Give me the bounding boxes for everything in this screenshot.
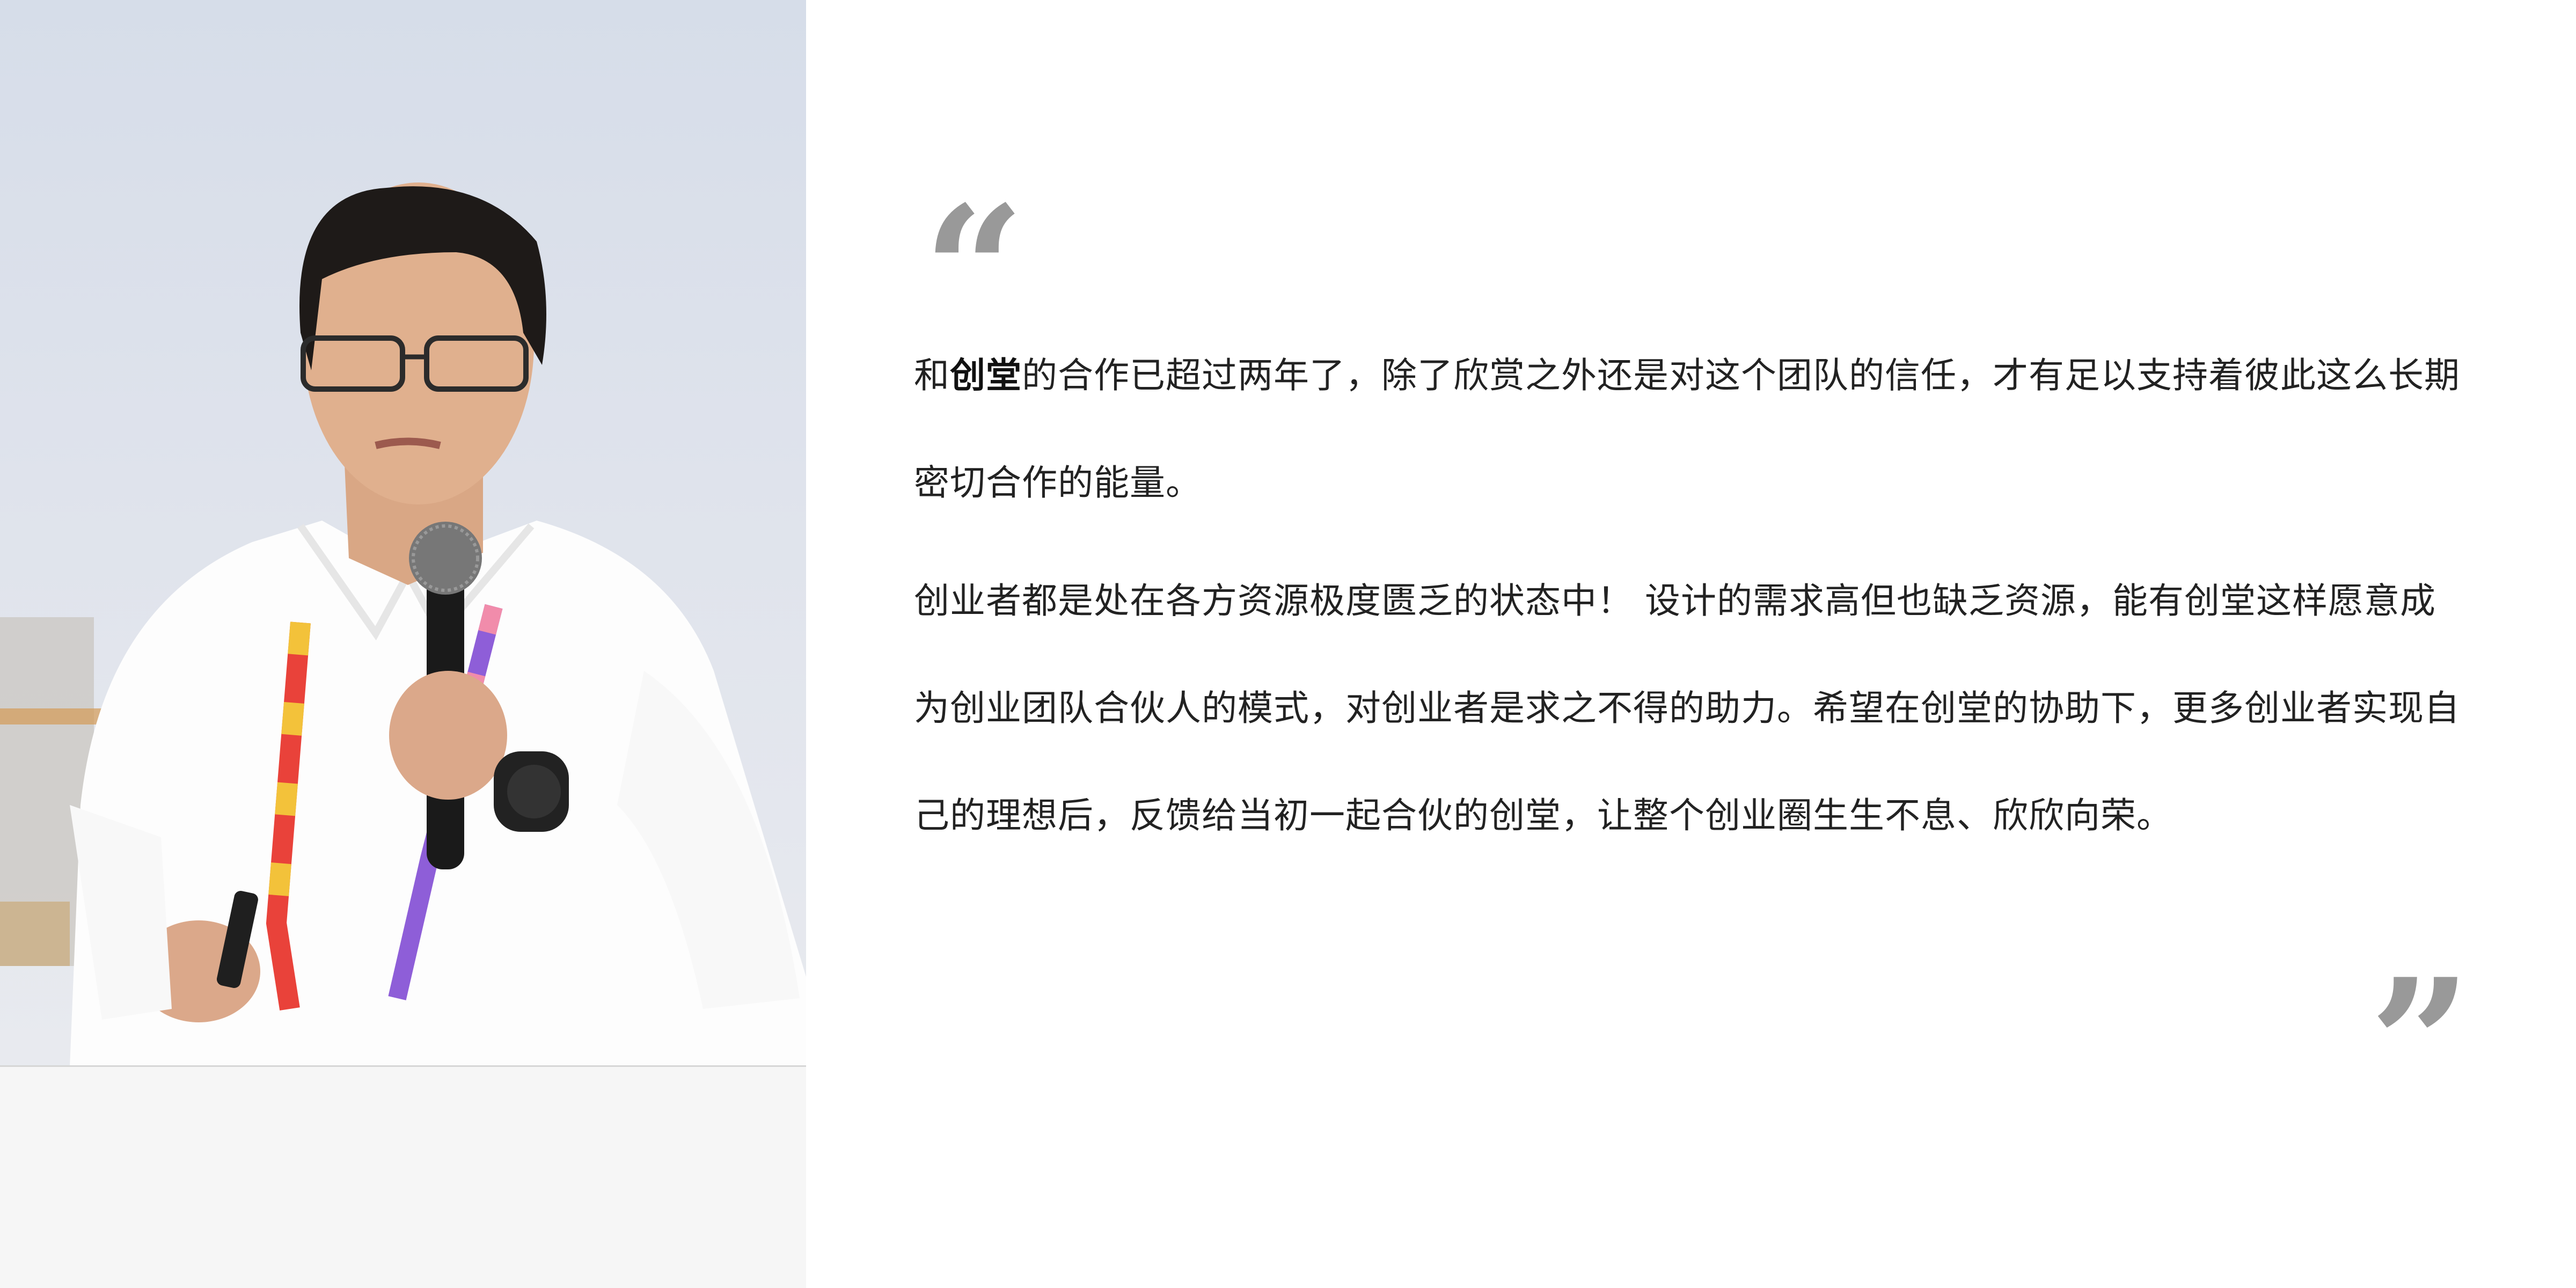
para1-prefix: 和 xyxy=(914,355,950,396)
testimonial-quote: “ 和创堂的合作已超过两年了，除了欣赏之外还是对这个团队的信任，才有足以支持着彼… xyxy=(912,0,2471,1288)
speaker-photo xyxy=(0,0,806,1067)
photo-column xyxy=(0,0,806,1288)
testimonial-paragraph-1: 和创堂的合作已超过两年了，除了欣赏之外还是对这个团队的信任，才有足以支持着彼此这… xyxy=(914,322,2470,537)
brand-name: 创堂 xyxy=(950,355,1022,396)
close-quote-icon: ” xyxy=(2369,940,2471,1148)
photo-base-panel xyxy=(0,1067,806,1288)
para1-text: 的合作已超过两年了，除了欣赏之外还是对这个团队的信任，才有足以支持着彼此这么长期… xyxy=(914,355,2460,503)
speaker-illustration xyxy=(0,182,806,1065)
testimonial-paragraph-2: 创业者都是处在各方资源极度匮乏的状态中！ 设计的需求高但也缺乏资源，能有创堂这样… xyxy=(914,580,2460,836)
